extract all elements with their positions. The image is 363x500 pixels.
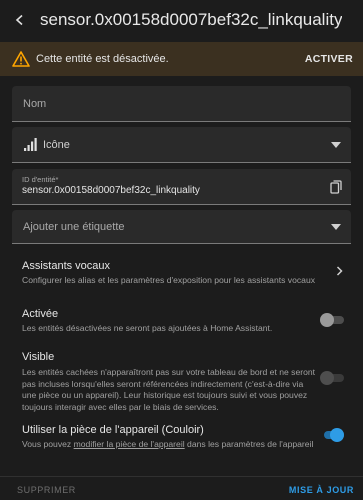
icon-picker-label: Icône: [43, 139, 70, 151]
visible-toggle-knob: [320, 371, 334, 385]
activate-button[interactable]: ACTIVER: [305, 53, 353, 65]
chevron-left-icon: [15, 14, 23, 26]
chevron-down-icon[interactable]: [331, 142, 341, 148]
visible-toggle[interactable]: [320, 371, 344, 385]
area-desc-after: dans les paramètres de l'appareil: [184, 439, 314, 449]
chevron-down-icon[interactable]: [331, 224, 341, 230]
visible-description-line-2: pas incluses lorsqu'elles seront référen…: [22, 378, 304, 389]
copy-icon[interactable]: [330, 180, 342, 194]
use-device-area-description: Vous pouvez modifier la pièce de l'appar…: [22, 439, 313, 451]
add-label-text: Ajouter une étiquette: [23, 221, 125, 233]
visible-description-line-4: toujours interagir avec elles par le bia…: [22, 401, 219, 412]
use-device-area-title: Utiliser la pièce de l'appareil (Couloir…: [22, 424, 204, 436]
enabled-title: Activée: [22, 308, 59, 320]
disabled-warning-banner: Cette entité est désactivée. ACTIVER: [0, 42, 363, 76]
use-device-area-toggle[interactable]: [320, 428, 344, 442]
add-label-select[interactable]: Ajouter une étiquette: [12, 210, 351, 244]
voice-assistants-row[interactable]: Assistants vocaux Configurer les alias e…: [0, 252, 363, 290]
enabled-toggle-knob: [320, 313, 334, 327]
dialog-header: sensor.0x00158d0007bef32c_linkquality: [0, 0, 363, 40]
area-desc-before: Vous pouvez: [22, 439, 74, 449]
voice-assistants-title: Assistants vocaux: [22, 260, 111, 272]
entity-id-field[interactable]: ID d'entité* sensor.0x00158d0007bef32c_l…: [12, 169, 351, 205]
entity-id-value: sensor.0x00158d0007bef32c_linkquality: [22, 185, 200, 196]
icon-picker[interactable]: Icône: [12, 127, 351, 163]
warning-text: Cette entité est désactivée.: [36, 53, 169, 65]
edit-device-area-link[interactable]: modifier la pièce de l'appareil: [74, 439, 185, 449]
page-title: sensor.0x00158d0007bef32c_linkquality: [40, 10, 343, 29]
update-button[interactable]: MISE À JOUR: [289, 485, 354, 495]
chevron-right-icon: [336, 266, 343, 276]
area-toggle-knob: [330, 428, 344, 442]
name-input-label: Nom: [23, 98, 47, 110]
enabled-description: Les entités désactivées ne seront pas aj…: [22, 323, 273, 333]
visible-description-line-1: Les entités cachées n'apparaîtront pas s…: [22, 367, 316, 377]
warning-icon: [12, 50, 30, 68]
enabled-toggle[interactable]: [320, 313, 344, 327]
visible-title: Visible: [22, 351, 55, 363]
voice-assistants-description: Configurer les alias et les paramètres d…: [22, 275, 316, 285]
signal-icon: [24, 138, 37, 151]
name-input[interactable]: Nom: [12, 86, 351, 122]
dialog-footer: SUPPRIMER MISE À JOUR: [0, 476, 363, 500]
delete-button[interactable]: SUPPRIMER: [17, 485, 76, 495]
back-button[interactable]: [0, 0, 40, 40]
entity-id-label: ID d'entité*: [22, 175, 59, 184]
visible-description-line-3: une pièce ou un appareil). Leur historiq…: [22, 390, 308, 400]
